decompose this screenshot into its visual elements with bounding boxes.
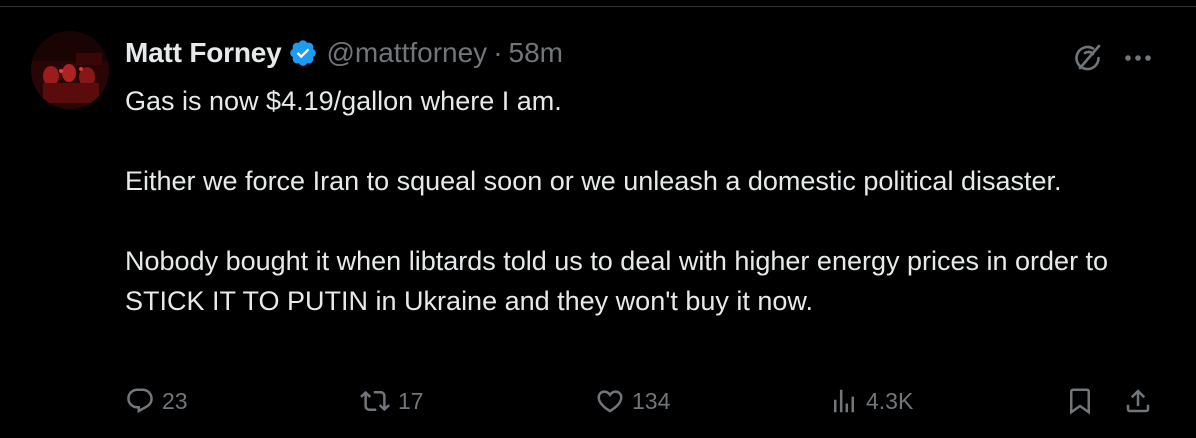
grok-icon[interactable] <box>1068 38 1108 78</box>
tweet[interactable]: Matt Forney @mattforney · 58m Gas is now… <box>0 8 1196 438</box>
tweet-paragraph: Either we force Iran to squeal soon or w… <box>125 166 1062 196</box>
tweet-header: Matt Forney @mattforney · 58m <box>125 36 563 70</box>
avatar[interactable] <box>31 31 109 109</box>
reply-icon <box>125 386 155 416</box>
bookmark-button[interactable] <box>1065 381 1095 421</box>
repost-button[interactable]: 17 <box>359 381 424 421</box>
reply-button[interactable]: 23 <box>125 381 188 421</box>
author-name[interactable]: Matt Forney <box>125 37 282 69</box>
views-icon <box>829 386 859 416</box>
repost-count: 17 <box>398 387 424 414</box>
like-button[interactable]: 134 <box>595 381 670 421</box>
verified-badge-icon <box>288 38 318 68</box>
more-icon[interactable] <box>1118 38 1158 78</box>
reply-count: 23 <box>162 387 188 414</box>
tweet-paragraph: Nobody bought it when libtards told us t… <box>125 246 1109 316</box>
bookmark-icon <box>1065 386 1095 416</box>
heart-icon <box>595 386 625 416</box>
top-divider <box>0 0 1196 7</box>
tweet-paragraph: Gas is now $4.19/gallon where I am. <box>125 86 562 116</box>
repost-icon <box>359 386 391 416</box>
timestamp[interactable]: 58m <box>509 37 563 69</box>
like-count: 134 <box>632 387 671 414</box>
views-button[interactable]: 4.3K <box>829 381 913 421</box>
separator-dot: · <box>493 37 503 68</box>
author-handle[interactable]: @mattforney <box>326 37 487 69</box>
share-button[interactable] <box>1123 381 1153 421</box>
views-count: 4.3K <box>866 387 914 414</box>
action-bar: 23 17 134 4.3K <box>125 381 1165 421</box>
share-icon <box>1123 386 1153 416</box>
tweet-text: Gas is now $4.19/gallon where I am. Eith… <box>125 81 1165 321</box>
